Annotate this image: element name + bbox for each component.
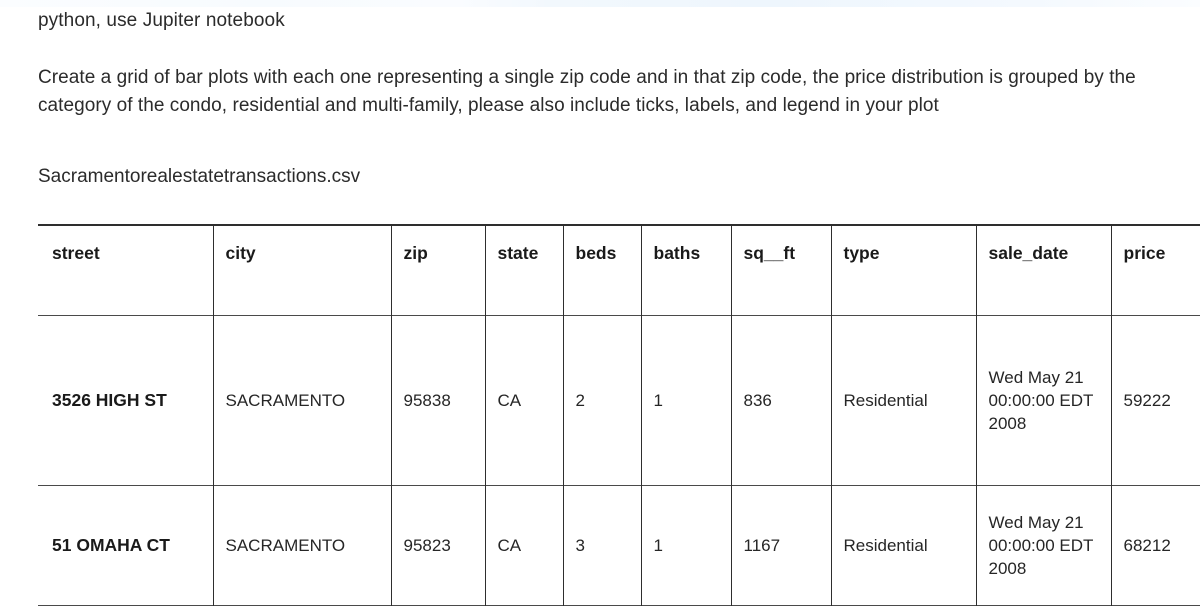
document-body: python, use Jupiter notebook Create a gr… [0, 0, 1200, 606]
real-estate-data-table: street city zip state beds baths sq__ft … [38, 224, 1200, 606]
table-body: 3526 HIGH ST SACRAMENTO 95838 CA 2 1 836… [38, 315, 1200, 605]
cell-sale-date: Wed May 21 00:00:00 EDT 2008 [975, 315, 1111, 485]
cell-baths: 1 [640, 315, 731, 485]
column-header-zip: zip [390, 225, 485, 315]
column-header-city: city [212, 225, 391, 315]
cell-sqft: 1167 [730, 485, 831, 605]
cell-state: CA [484, 315, 563, 485]
cell-beds: 2 [562, 315, 641, 485]
column-header-beds: beds [562, 225, 641, 315]
cell-street: 3526 HIGH ST [52, 389, 167, 410]
column-header-sale-date: sale_date [975, 225, 1111, 315]
column-header-type: type [830, 225, 976, 315]
column-header-baths: baths [640, 225, 731, 315]
cell-type: Residential [830, 315, 976, 485]
cell-sale-date: Wed May 21 00:00:00 EDT 2008 [975, 485, 1111, 605]
cell-baths: 1 [640, 485, 731, 605]
table-row: 3526 HIGH ST SACRAMENTO 95838 CA 2 1 836… [38, 315, 1200, 485]
cell-price: 68212 [1110, 485, 1200, 605]
prompt-paragraph-task: Create a grid of bar plots with each one… [38, 67, 1136, 116]
cell-type: Residential [830, 485, 976, 605]
dataset-filename: Sacramentorealestatetransactions.csv [38, 166, 361, 187]
cell-street: 51 OMAHA CT [52, 534, 170, 555]
prompt-text-block: python, use Jupiter notebook Create a gr… [0, 0, 1200, 190]
column-header-sqft: sq__ft [730, 225, 831, 315]
cell-city: SACRAMENTO [212, 315, 391, 485]
table-header: street city zip state beds baths sq__ft … [38, 225, 1200, 315]
cell-zip: 95823 [390, 485, 485, 605]
table-row: 51 OMAHA CT SACRAMENTO 95823 CA 3 1 1167… [38, 485, 1200, 605]
cell-price: 59222 [1110, 315, 1200, 485]
prompt-line-environment: python, use Jupiter notebook [38, 10, 285, 31]
column-header-street: street [52, 243, 100, 263]
cell-sqft: 836 [730, 315, 831, 485]
cell-zip: 95838 [390, 315, 485, 485]
cell-state: CA [484, 485, 563, 605]
cell-beds: 3 [562, 485, 641, 605]
table-header-row: street city zip state beds baths sq__ft … [38, 225, 1200, 315]
column-header-state: state [484, 225, 563, 315]
cell-city: SACRAMENTO [212, 485, 391, 605]
column-header-price: price [1110, 225, 1200, 315]
data-table-container: street city zip state beds baths sq__ft … [0, 224, 1200, 606]
